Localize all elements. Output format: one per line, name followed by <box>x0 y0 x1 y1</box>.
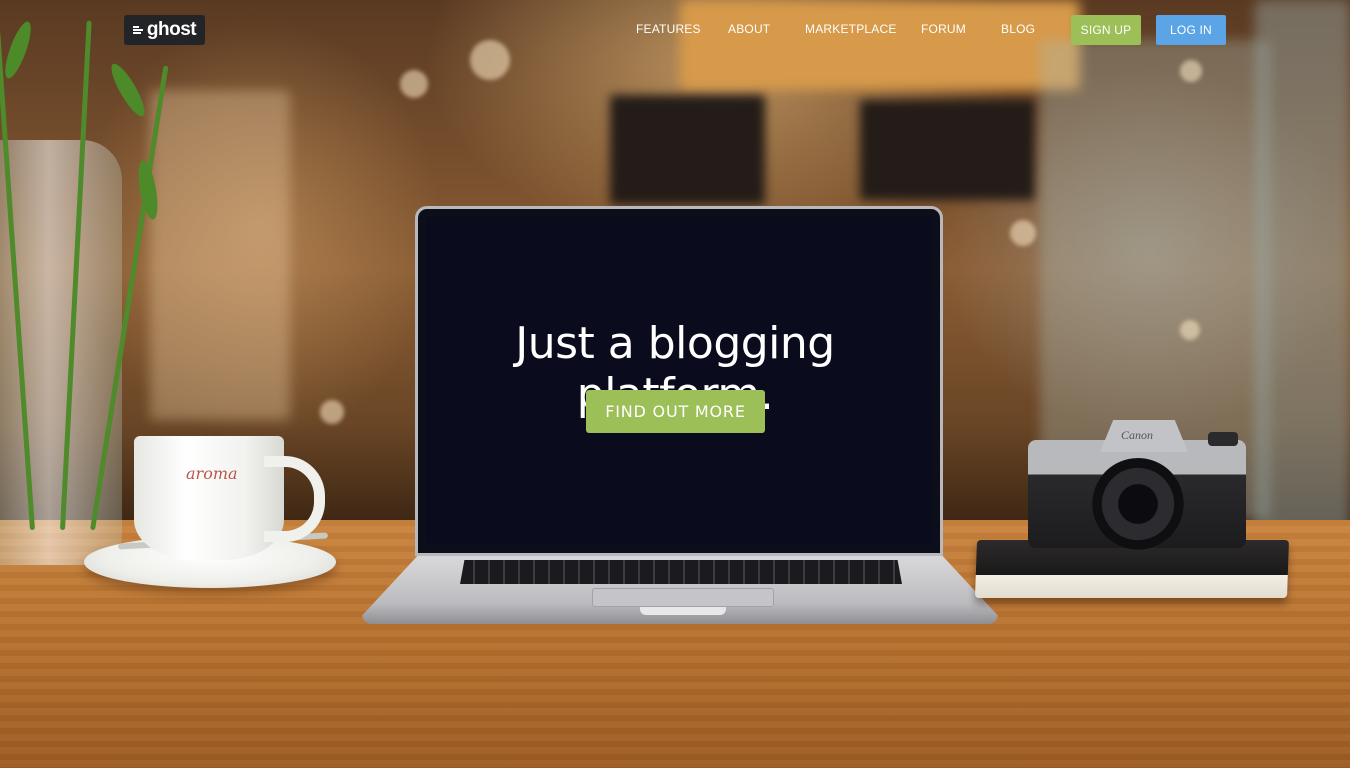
coffee-cup <box>134 436 284 560</box>
bokeh-light <box>1180 320 1200 340</box>
hero-background-photo: aroma Canon Just a blogging platform. FI… <box>0 0 1350 768</box>
nav-link-features[interactable]: FEATURES <box>636 22 701 36</box>
laptop-trackpad <box>592 588 774 607</box>
laptop-lip <box>640 607 726 615</box>
laptop-keyboard <box>460 560 902 584</box>
ghost-logo[interactable]: ghost <box>124 15 205 45</box>
log-in-button[interactable]: LOG IN <box>1156 15 1226 45</box>
camera-brand-text: Canon <box>1121 428 1154 442</box>
camera-dial <box>1208 432 1238 446</box>
nav-link-marketplace[interactable]: MARKETPLACE <box>805 22 897 36</box>
nav-link-forum[interactable]: FORUM <box>921 22 966 36</box>
ghost-logo-text: ghost <box>146 19 197 40</box>
bg-glass-case <box>1255 0 1350 540</box>
bg-shelf <box>150 90 290 420</box>
nav-link-about[interactable]: ABOUT <box>728 22 770 36</box>
bokeh-light <box>1010 220 1036 246</box>
camera-lens <box>1092 458 1184 550</box>
bokeh-light <box>320 400 344 424</box>
nav-link-blog[interactable]: BLOG <box>1001 22 1035 36</box>
ghost-logo-icon <box>132 25 143 35</box>
top-navigation: ghost FEATURES ABOUT MARKETPLACE FORUM B… <box>0 0 1350 60</box>
find-out-more-button[interactable]: FIND OUT MORE <box>586 390 765 433</box>
plant-leaf <box>106 60 150 120</box>
bokeh-light <box>400 70 428 98</box>
cup-logo-text: aroma <box>186 464 238 483</box>
bg-chalkboard <box>860 100 1035 200</box>
sign-up-button[interactable]: SIGN UP <box>1071 15 1141 45</box>
bokeh-light <box>1180 60 1202 82</box>
bg-chalkboard <box>610 95 765 205</box>
